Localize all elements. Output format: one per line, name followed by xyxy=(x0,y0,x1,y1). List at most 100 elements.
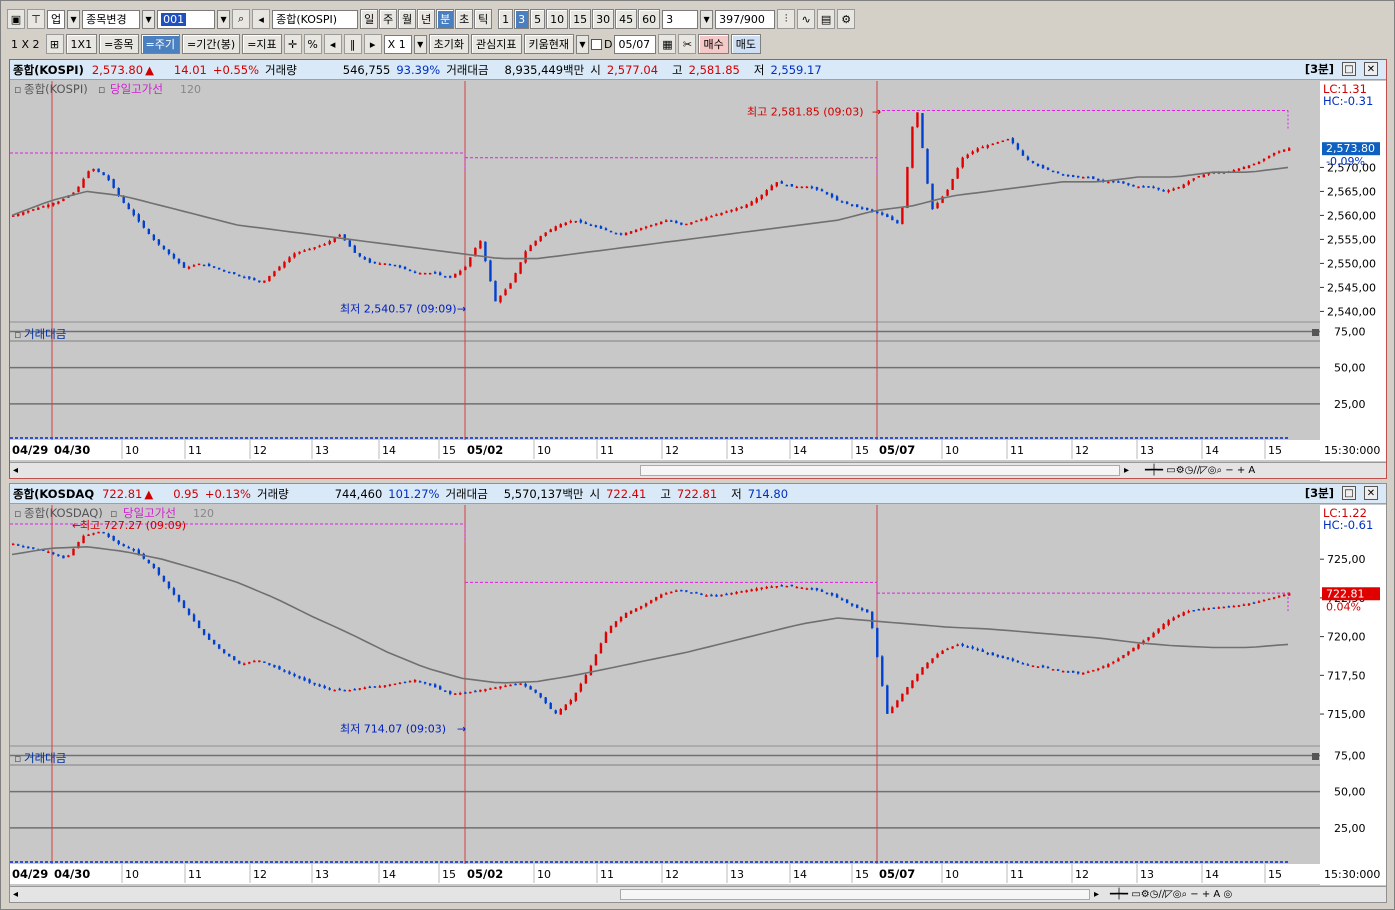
candle xyxy=(1011,138,1015,144)
candle xyxy=(855,204,859,207)
candle xyxy=(313,682,316,685)
sell-button[interactable]: 매도 xyxy=(730,34,761,54)
candle xyxy=(1232,605,1236,608)
scroll-right-icon[interactable]: ▸ xyxy=(1094,889,1099,900)
minute-button-30[interactable]: 30 xyxy=(592,9,615,29)
bar-count-field[interactable]: 397/900 xyxy=(715,9,776,29)
period-button-2[interactable]: 월 xyxy=(398,9,417,29)
candle xyxy=(469,691,472,694)
chevron-down-icon[interactable]: ▼ xyxy=(217,9,231,29)
minute-button-10[interactable]: 10 xyxy=(546,9,569,29)
crosshair-icon[interactable]: ✛ xyxy=(283,34,302,54)
period-button-4[interactable]: 분 xyxy=(436,9,455,29)
period-button-6[interactable]: 틱 xyxy=(474,9,493,29)
kospi-scrollbar[interactable]: ◂ ▸ ━┿━ ▭⚙◷∕∕◸◎⌕ − + A xyxy=(10,462,1386,478)
candle xyxy=(685,590,688,592)
market-type-select[interactable]: 업 xyxy=(47,9,66,29)
scroll-thumb[interactable] xyxy=(620,889,1090,900)
candle xyxy=(725,593,728,596)
candle xyxy=(1202,174,1205,178)
next-icon[interactable]: ▸ xyxy=(363,34,382,54)
pause-icon[interactable]: ‖ xyxy=(343,34,362,54)
stock-sync-button[interactable]: =종목 xyxy=(99,34,139,54)
chevron-down-icon[interactable]: ▼ xyxy=(700,9,714,29)
candle xyxy=(976,648,979,651)
candle xyxy=(805,186,809,189)
interval-input[interactable]: 3 xyxy=(662,9,699,29)
sub-y-tick-label: 50,00 xyxy=(1334,362,1366,375)
pin-icon[interactable]: ⊤ xyxy=(27,9,45,29)
minute-button-5[interactable]: 5 xyxy=(530,9,546,29)
code-input[interactable]: 001 xyxy=(161,12,187,26)
chart-tools-icon[interactable]: ━┿━ ▭⚙◷∕∕◸◎⌕ − + A ◎ xyxy=(1110,889,1232,900)
candle xyxy=(268,275,271,282)
chevron-down-icon[interactable]: ▼ xyxy=(67,9,81,29)
close-icon[interactable]: ✕ xyxy=(1364,486,1378,500)
date-input[interactable]: 05/07 xyxy=(614,34,657,54)
reset-button[interactable]: 초기화 xyxy=(428,34,470,54)
scroll-left-icon[interactable]: ◂ xyxy=(13,465,18,476)
candle xyxy=(1257,601,1261,603)
period-button-1[interactable]: 주 xyxy=(379,9,398,29)
scroll-thumb[interactable] xyxy=(640,465,1120,476)
interest-indicator-button[interactable]: 관심지표 xyxy=(471,34,522,54)
maximize-icon[interactable]: □ xyxy=(1342,62,1356,76)
minute-button-3[interactable]: 3 xyxy=(514,9,530,29)
minute-button-45[interactable]: 45 xyxy=(615,9,638,29)
candle xyxy=(564,222,567,226)
prev-icon[interactable]: ◂ xyxy=(323,34,342,54)
kosdaq-scrollbar[interactable]: ◂ ▸ ━┿━ ▭⚙◷∕∕◸◎⌕ − + A ◎ xyxy=(10,886,1386,902)
kosdaq-chart[interactable]: 715,00717,50720,00722,50725,0025,0050,00… xyxy=(10,505,1386,885)
minute-button-60[interactable]: 60 xyxy=(638,9,661,29)
indicator-sync-button[interactable]: =지표 xyxy=(242,34,282,54)
candle xyxy=(1006,657,1010,660)
calendar-icon[interactable]: ▦ xyxy=(658,34,677,54)
arrow-icon: → xyxy=(457,303,466,316)
period-sync-button[interactable]: =기간(봉) xyxy=(182,34,241,54)
candle xyxy=(916,673,919,681)
candle xyxy=(418,273,422,275)
chevron-down-icon[interactable]: ▼ xyxy=(413,34,427,54)
minute-button-15[interactable]: 15 xyxy=(569,9,592,29)
chart-window-icon[interactable]: ▣ xyxy=(7,9,25,29)
kiwoom-current-button[interactable]: 키움현재 xyxy=(523,34,574,54)
close-icon[interactable]: ✕ xyxy=(1364,62,1378,76)
candle xyxy=(966,646,969,648)
candle xyxy=(423,273,427,275)
speaker-icon[interactable]: ◂ xyxy=(252,9,271,29)
maximize-icon[interactable]: □ xyxy=(1342,486,1356,500)
date-checkbox[interactable]: D xyxy=(591,38,612,51)
candle-settings-icon[interactable]: ⫶ xyxy=(777,9,796,29)
cycle-sync-button[interactable]: =주기 xyxy=(140,34,181,54)
scissors-icon[interactable]: ✂ xyxy=(678,34,697,54)
grid-layout-icon[interactable]: ⊞ xyxy=(45,34,64,54)
period-button-3[interactable]: 년 xyxy=(417,9,436,29)
line-tool-icon[interactable]: ∿ xyxy=(797,9,816,29)
one-by-one-button[interactable]: 1X1 xyxy=(65,34,98,54)
zoom-select[interactable]: X 1 xyxy=(383,34,412,54)
candle xyxy=(644,603,648,607)
candle xyxy=(986,652,989,655)
scroll-left-icon[interactable]: ◂ xyxy=(13,889,18,900)
candle xyxy=(1016,660,1020,663)
minute-button-1[interactable]: 1 xyxy=(498,9,514,29)
candle xyxy=(449,691,452,694)
y-tick-label: 2,540,00 xyxy=(1327,305,1376,318)
change-stock-select[interactable]: 종목변경 xyxy=(82,9,141,29)
search-icon[interactable]: ⌕ xyxy=(232,9,251,29)
candle xyxy=(489,688,492,690)
candle xyxy=(87,534,90,537)
percent-button[interactable]: % xyxy=(303,34,322,54)
chevron-down-icon[interactable]: ▼ xyxy=(142,9,156,29)
save-icon[interactable]: ▤ xyxy=(817,9,836,29)
chart-tools-icon[interactable]: ━┿━ ▭⚙◷∕∕◸◎⌕ − + A xyxy=(1145,465,1255,476)
period-button-0[interactable]: 일 xyxy=(360,9,379,29)
scroll-right-icon[interactable]: ▸ xyxy=(1124,465,1129,476)
sub-y-tick-label: 25,00 xyxy=(1334,398,1366,411)
period-button-5[interactable]: 초 xyxy=(455,9,474,29)
buy-button[interactable]: 매수 xyxy=(698,34,729,54)
chevron-down-icon[interactable]: ▼ xyxy=(576,34,589,54)
x-hour-label: 13 xyxy=(315,444,329,457)
kospi-chart[interactable]: 2,540,00 2,545,00 2,550,00 2,555,00 2,560,00… xyxy=(10,81,1386,461)
gear-icon[interactable]: ⚙ xyxy=(837,9,856,29)
